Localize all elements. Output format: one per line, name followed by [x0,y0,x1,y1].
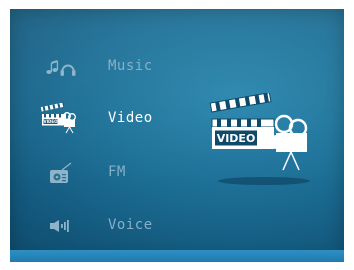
svg-text:VIDEO: VIDEO [43,119,58,124]
menu-item-label: FM [108,164,126,180]
speaker-volume-icon [38,210,80,242]
music-notes-headphones-icon [38,51,80,83]
media-player-screen: Music VIDEO Video FM Voice VIDEO [10,9,344,262]
preview-badge-text: VIDEO [217,132,256,145]
menu-item-video[interactable]: VIDEO Video [10,101,180,137]
menu-item-fm[interactable]: FM [10,155,180,191]
video-clapperboard-camera-icon: VIDEO [38,103,80,135]
radio-icon [38,157,80,189]
menu-item-voice[interactable]: Voice [10,208,180,244]
menu-item-label: Video [108,110,153,126]
menu-item-music[interactable]: Music [10,49,180,85]
main-menu: Music VIDEO Video FM Voice [10,9,190,249]
bottom-bar [10,250,344,262]
selected-item-preview-icon: VIDEO [204,93,320,193]
menu-item-label: Voice [108,217,153,233]
menu-item-label: Music [108,58,153,74]
